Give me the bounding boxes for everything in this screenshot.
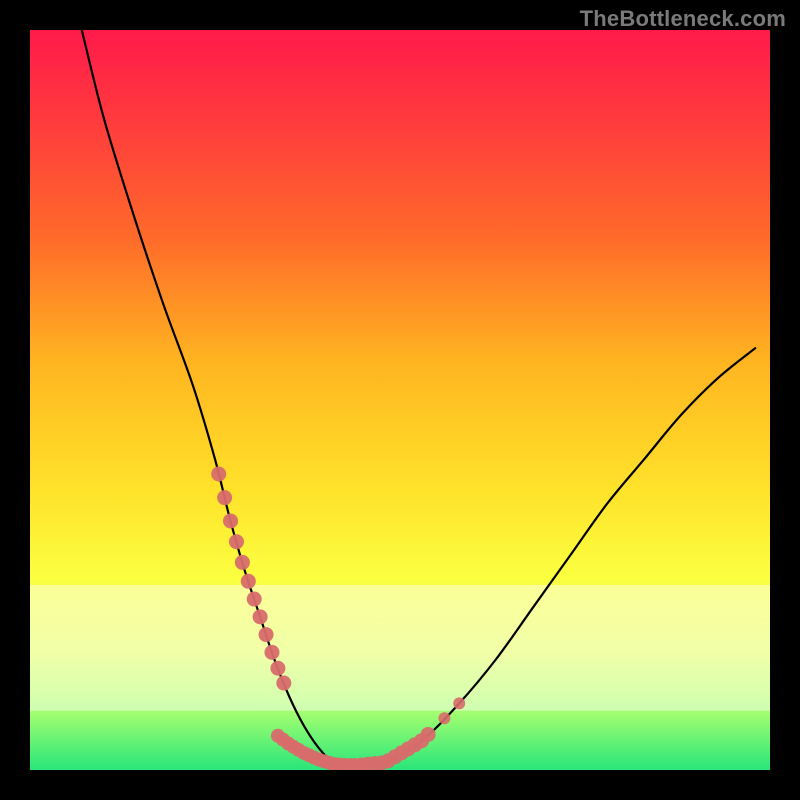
marker-dot: [217, 490, 232, 505]
marker-dot: [247, 592, 262, 607]
marker-dot: [235, 555, 250, 570]
marker-dot: [276, 676, 291, 691]
chart-svg: [30, 30, 770, 770]
marker-dot: [259, 627, 274, 642]
marker-dot: [229, 534, 244, 549]
marker-dot: [211, 467, 226, 482]
marker-dot: [264, 645, 279, 660]
pale-band: [30, 585, 770, 711]
marker-dot: [241, 574, 256, 589]
chart-container: TheBottleneck.com: [0, 0, 800, 800]
attribution-text: TheBottleneck.com: [580, 6, 786, 32]
marker-dot: [421, 727, 436, 742]
plot-area: [30, 30, 770, 770]
marker-dot: [438, 712, 450, 724]
marker-dot: [270, 661, 285, 676]
marker-dot: [453, 697, 465, 709]
marker-dot: [253, 609, 268, 624]
marker-dot: [223, 513, 238, 528]
